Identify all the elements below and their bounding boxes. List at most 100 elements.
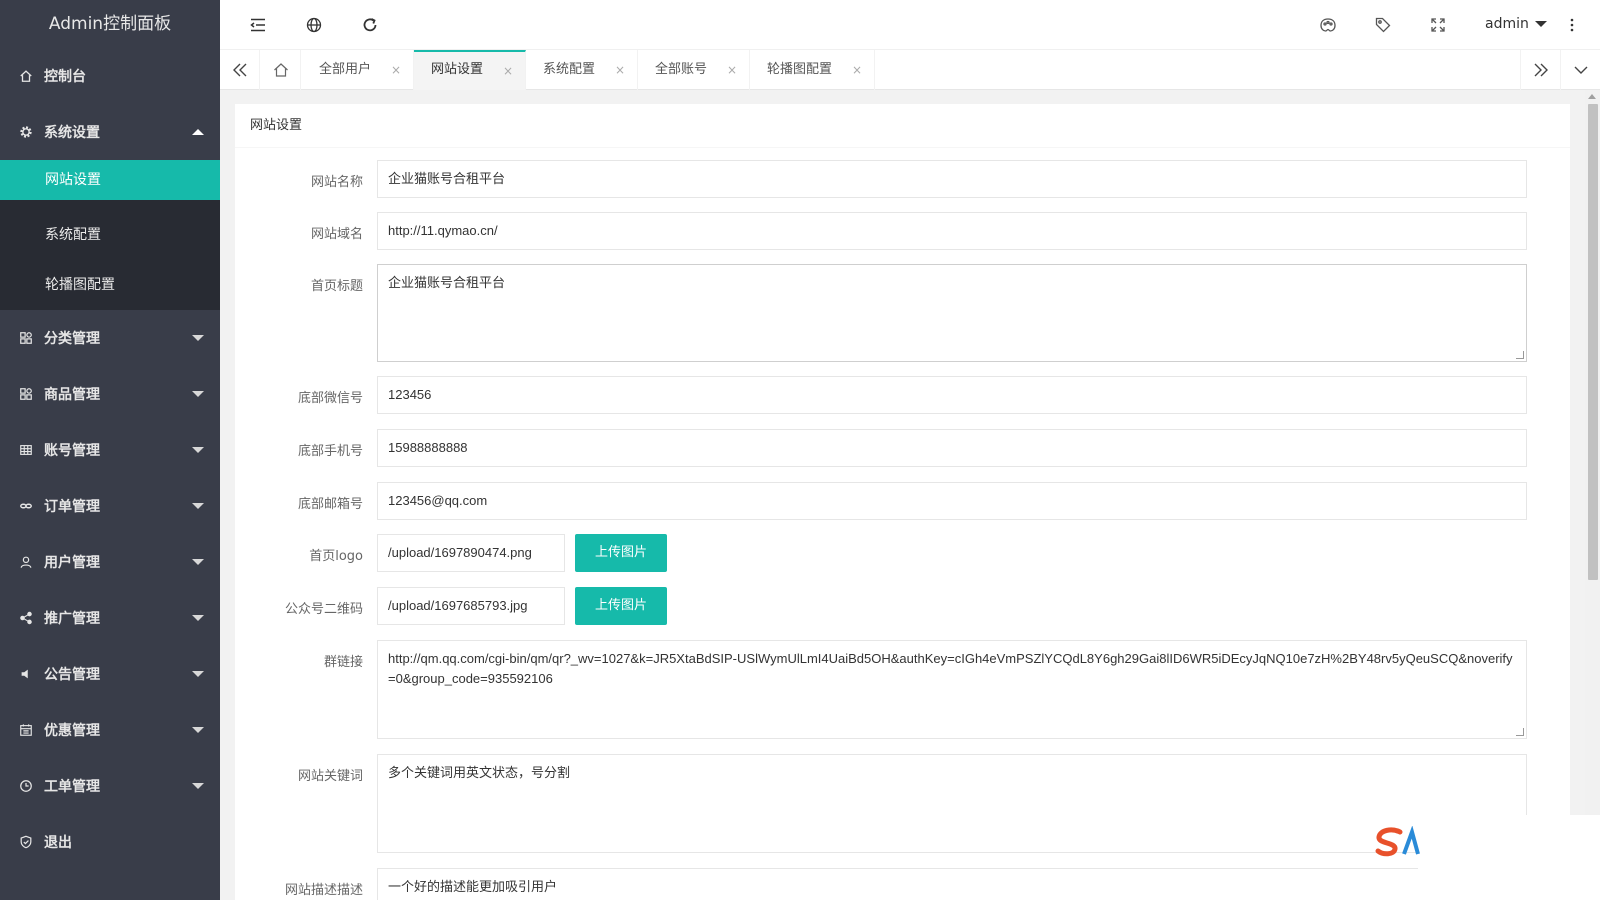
link-icon xyxy=(18,498,34,514)
sidebar-item-accounts[interactable]: 账号管理 xyxy=(0,422,220,478)
field-label: 底部微信号 xyxy=(297,391,363,406)
tab-label: 全部用户 xyxy=(319,62,372,77)
sidebar-item-logout[interactable]: 退出 xyxy=(0,814,220,870)
field-label: 底部邮箱号 xyxy=(297,497,363,512)
sidebar-item-label: 控制台 xyxy=(44,69,86,85)
sidebar-item-system-settings[interactable]: 系统设置 xyxy=(0,104,220,160)
tab-menu-chevron-down-icon[interactable] xyxy=(1560,50,1600,90)
sogou-ime-icon[interactable] xyxy=(1374,825,1420,860)
chevron-down-icon xyxy=(192,335,204,341)
tab-bar: 全部用户 × 网站设置 × 系统配置 × 全部账号 × 轮播图配置 × xyxy=(220,50,1600,90)
field-label: 群链接 xyxy=(323,655,363,670)
site-name-input[interactable]: 企业猫账号合租平台 xyxy=(377,160,1527,198)
sidebar-item-dashboard[interactable]: 控制台 xyxy=(0,48,220,104)
upload-logo-button[interactable]: 上传图片 xyxy=(575,534,667,572)
apps-icon xyxy=(18,386,34,402)
chevron-down-icon xyxy=(192,447,204,453)
textarea-value: 多个关键词用英文状态，号分割 xyxy=(388,765,571,780)
tab-scroll-left-icon[interactable] xyxy=(220,50,260,90)
sidebar-item-tickets[interactable]: 工单管理 xyxy=(0,758,220,814)
chevron-down-icon xyxy=(192,671,204,677)
sidebar-item-label: 推广管理 xyxy=(44,611,100,627)
sidebar-subitem-site-settings[interactable]: 网站设置 xyxy=(0,160,220,200)
globe-icon[interactable] xyxy=(304,15,324,35)
scroll-up-arrow-icon[interactable] xyxy=(1588,94,1596,99)
tab-label: 系统配置 xyxy=(543,62,596,77)
ime-overlay xyxy=(1418,815,1600,900)
chevron-down-icon xyxy=(192,727,204,733)
site-domain-input[interactable]: http://11.qymao.cn/ xyxy=(377,212,1527,250)
resize-grip-icon[interactable] xyxy=(1516,351,1524,359)
close-icon[interactable]: × xyxy=(503,52,513,90)
scrollbar-thumb[interactable] xyxy=(1588,104,1598,580)
sidebar-subitem-carousel-config[interactable]: 轮播图配置 xyxy=(0,260,220,310)
sidebar-item-label: 优惠管理 xyxy=(44,723,100,739)
calendar-icon xyxy=(18,722,34,738)
tab-label: 网站设置 xyxy=(431,62,484,77)
sidebar-item-announcements[interactable]: 公告管理 xyxy=(0,646,220,702)
user-menu[interactable]: admin xyxy=(1485,16,1547,32)
gear-icon xyxy=(18,124,34,140)
tab-all-users[interactable]: 全部用户 × xyxy=(302,50,414,90)
keywords-textarea[interactable]: 多个关键词用英文状态，号分割 xyxy=(377,754,1527,853)
sidebar-item-label: 用户管理 xyxy=(44,555,100,571)
footer-email-input[interactable]: 123456@qq.com xyxy=(377,482,1527,520)
sidebar-subitem-system-config[interactable]: 系统配置 xyxy=(0,210,220,260)
sidebar-item-label: 系统设置 xyxy=(44,125,100,141)
sidebar-item-orders[interactable]: 订单管理 xyxy=(0,478,220,534)
tab-carousel-config[interactable]: 轮播图配置 × xyxy=(750,50,875,90)
main-content: 网站设置 网站名称 企业猫账号合租平台 网站域名 http://11.qymao… xyxy=(220,90,1585,900)
tab-scroll-right-icon[interactable] xyxy=(1520,50,1560,90)
chevron-up-icon xyxy=(192,129,204,135)
field-label: 公众号二维码 xyxy=(284,602,363,617)
group-link-textarea[interactable]: http://qm.qq.com/cgi-bin/qm/qr?_wv=1027&… xyxy=(377,640,1527,739)
textarea-value: 企业猫账号合租平台 xyxy=(388,275,506,290)
sidebar-item-users[interactable]: 用户管理 xyxy=(0,534,220,590)
share-icon xyxy=(18,610,34,626)
home-tab-icon[interactable] xyxy=(261,50,301,90)
sidebar-item-label: 退出 xyxy=(44,835,72,851)
chevron-down-icon xyxy=(192,615,204,621)
card-title: 网站设置 xyxy=(235,104,1570,148)
chevron-down-icon xyxy=(192,783,204,789)
sidebar-item-label: 账号管理 xyxy=(44,443,100,459)
sidebar-item-label: 订单管理 xyxy=(44,499,100,515)
description-textarea[interactable]: 一个好的描述能更加吸引用户 xyxy=(377,868,1527,900)
home-logo-input[interactable]: /upload/1697890474.png xyxy=(377,534,565,572)
refresh-icon[interactable] xyxy=(360,15,380,35)
chevron-down-icon xyxy=(192,391,204,397)
home-title-textarea[interactable]: 企业猫账号合租平台 xyxy=(377,264,1527,362)
qrcode-input[interactable]: /upload/1697685793.jpg xyxy=(377,587,565,625)
tab-label: 全部账号 xyxy=(655,62,708,77)
speaker-icon xyxy=(18,666,34,682)
resize-grip-icon[interactable] xyxy=(1516,728,1524,736)
theme-icon[interactable] xyxy=(1318,15,1338,35)
sidebar-item-products[interactable]: 商品管理 xyxy=(0,366,220,422)
footer-phone-input[interactable]: 15988888888 xyxy=(377,429,1527,467)
close-icon[interactable]: × xyxy=(615,50,625,90)
chevron-down-icon xyxy=(192,559,204,565)
shield-icon xyxy=(18,834,34,850)
more-vertical-icon[interactable] xyxy=(1562,15,1582,35)
sidebar-item-coupons[interactable]: 优惠管理 xyxy=(0,702,220,758)
close-icon[interactable]: × xyxy=(391,50,401,90)
sidebar-item-label: 工单管理 xyxy=(44,779,100,795)
chevron-down-icon xyxy=(192,503,204,509)
tab-all-accounts[interactable]: 全部账号 × xyxy=(638,50,750,90)
close-icon[interactable]: × xyxy=(727,50,737,90)
field-label: 网站域名 xyxy=(310,227,363,242)
sidebar-item-promotion[interactable]: 推广管理 xyxy=(0,590,220,646)
menu-fold-icon[interactable] xyxy=(248,15,268,35)
tab-system-config[interactable]: 系统配置 × xyxy=(526,50,638,90)
sidebar-item-label: 分类管理 xyxy=(44,331,100,347)
close-icon[interactable]: × xyxy=(852,50,862,90)
tab-site-settings[interactable]: 网站设置 × xyxy=(414,50,526,90)
tag-icon[interactable] xyxy=(1373,15,1393,35)
user-icon xyxy=(18,554,34,570)
footer-wechat-input[interactable]: 123456 xyxy=(377,376,1527,414)
field-label: 首页标题 xyxy=(310,279,363,294)
field-label: 底部手机号 xyxy=(297,444,363,459)
sidebar-item-category[interactable]: 分类管理 xyxy=(0,310,220,366)
upload-qrcode-button[interactable]: 上传图片 xyxy=(575,587,667,625)
fullscreen-icon[interactable] xyxy=(1428,15,1448,35)
